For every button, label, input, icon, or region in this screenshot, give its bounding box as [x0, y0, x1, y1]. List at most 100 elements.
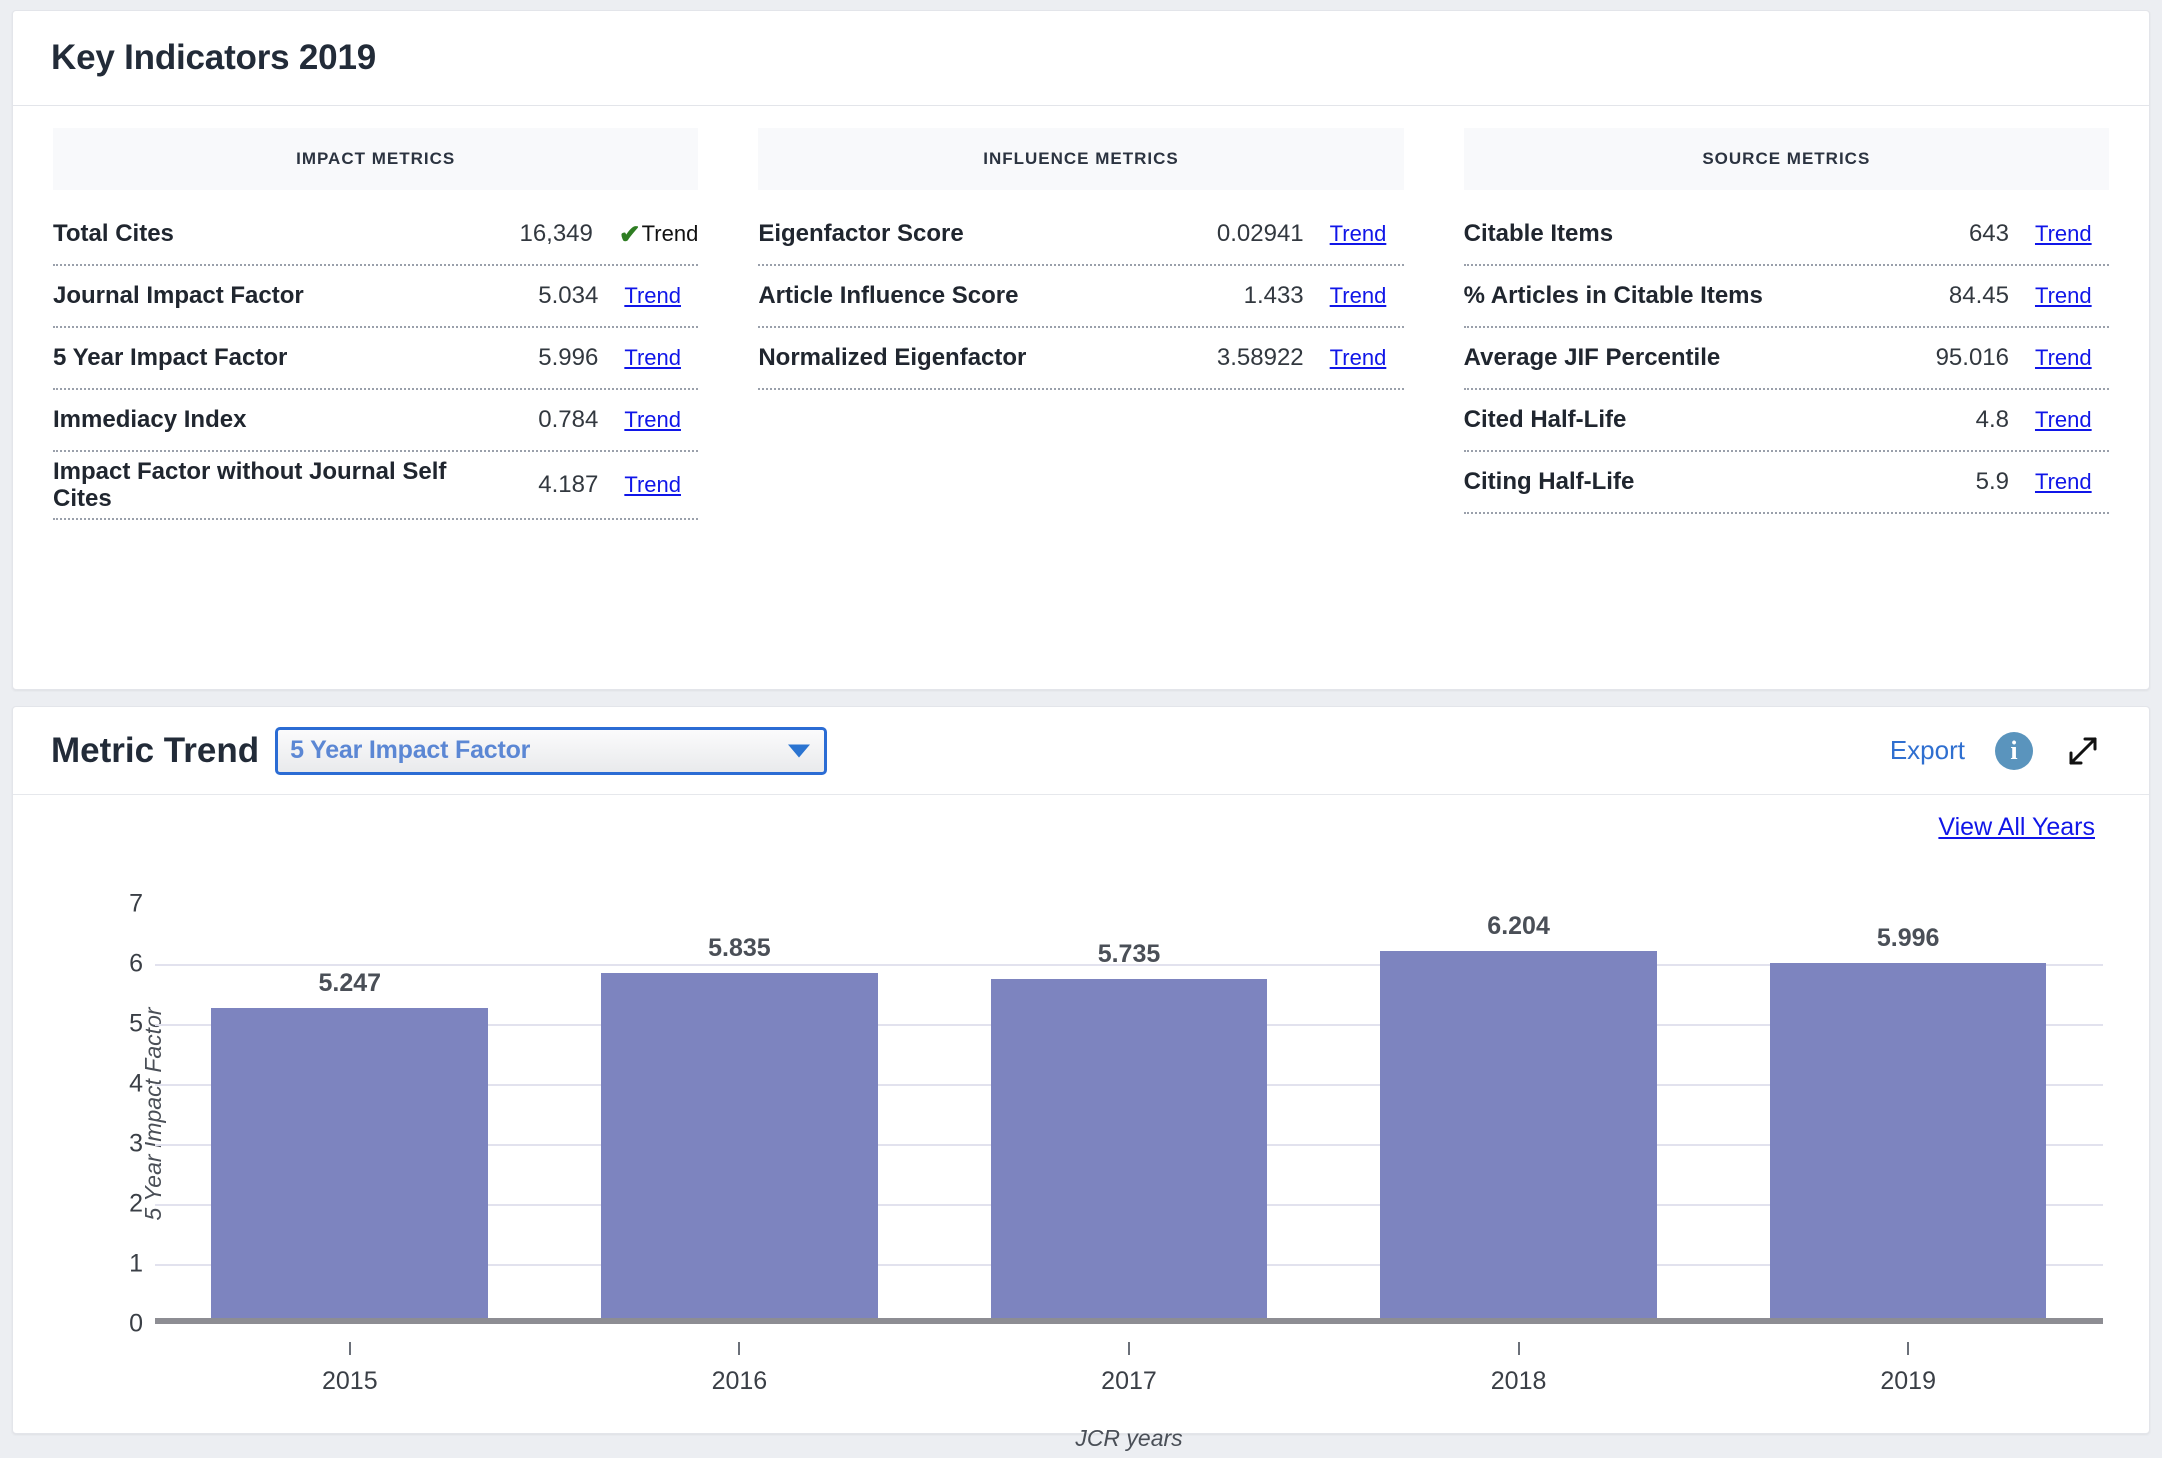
metric-name: Journal Impact Factor: [53, 282, 304, 310]
metric-trend-label[interactable]: Trend: [2035, 221, 2092, 246]
bar-value-label: 5.835: [708, 933, 771, 962]
x-axis-ticks: 2015 2016 2017 2018 2019: [155, 1342, 2103, 1396]
metric-value: 5.9: [1975, 468, 2009, 495]
metric-trend-label[interactable]: Trend: [2035, 283, 2092, 308]
bar-value-label: 6.204: [1487, 912, 1550, 941]
bar-slot: 5.247: [155, 904, 545, 1318]
x-axis-tick: 2018: [1324, 1342, 1714, 1396]
metric-value: 0.784: [538, 406, 599, 433]
metric-trend-label[interactable]: Trend: [1330, 283, 1387, 308]
bar[interactable]: [1769, 963, 2047, 1318]
metric-trend-link[interactable]: Trend: [624, 472, 698, 498]
metric-trend-label[interactable]: Trend: [624, 345, 681, 370]
x-axis-tick-mark: [348, 1342, 351, 1355]
x-axis-line: [155, 1318, 2103, 1324]
bar[interactable]: [211, 1007, 489, 1318]
metric-value: 4.8: [1975, 406, 2009, 433]
metric-trend-label[interactable]: Trend: [2035, 469, 2092, 494]
info-icon[interactable]: i: [1995, 731, 2033, 770]
metric-trend-link[interactable]: Trend: [2035, 221, 2109, 247]
metric-name: Average JIF Percentile: [1463, 344, 1721, 372]
bar-chart: 5 Year Impact Factor 01234567 5.247 5.835…: [59, 890, 2103, 1451]
metric-column: SOURCE METRICS Citable Items 643 Trend% Art…: [1463, 128, 2109, 520]
metric-trend-header: Metric Trend 5 Year Impact Factor Export…: [13, 707, 2149, 795]
chevron-down-icon: [788, 744, 811, 757]
metric-row: Journal Impact Factor 5.034 Trend: [53, 266, 699, 328]
metric-name: Citing Half-Life: [1463, 468, 1635, 496]
bar-series: 5.247 5.835 5.735 6.204 5.996: [155, 904, 2103, 1318]
x-axis-tick: 2017: [934, 1342, 1324, 1396]
metric-value: 4.187: [538, 471, 599, 499]
metric-trend-link[interactable]: Trend: [1330, 221, 1404, 247]
x-axis-tick-label: 2017: [1101, 1367, 1157, 1395]
metric-trend-label[interactable]: Trend: [624, 407, 681, 432]
metric-name: Eigenfactor Score: [758, 220, 964, 248]
page-root: Key Indicators 2019 IMPACT METRICS Total …: [0, 0, 2162, 1458]
key-indicators-card: Key Indicators 2019 IMPACT METRICS Total …: [12, 10, 2150, 690]
metric-row: Article Influence Score 1.433 Trend: [758, 266, 1404, 328]
y-axis-tick-label: 0: [129, 1309, 143, 1338]
bar[interactable]: [990, 978, 1268, 1318]
metric-value: 5.034: [538, 282, 599, 309]
bar[interactable]: [1380, 951, 1657, 1318]
metric-row: 5 Year Impact Factor 5.996 Trend: [53, 328, 699, 390]
metric-row: Average JIF Percentile 95.016 Trend: [1463, 328, 2109, 390]
metric-name: Citable Items: [1463, 220, 1614, 248]
bar-slot: 6.204: [1324, 904, 1714, 1318]
metric-row: Eigenfactor Score 0.02941 Trend: [758, 204, 1404, 266]
y-axis-tick-label: 4: [129, 1069, 143, 1098]
view-all-years-row: View All Years: [59, 813, 2103, 842]
metric-trend-label[interactable]: Trend: [624, 283, 681, 308]
y-axis-tick-label: 5: [129, 1009, 143, 1038]
x-axis-tick-label: 2015: [321, 1367, 378, 1395]
metric-trend-link[interactable]: Trend: [2035, 283, 2109, 309]
plot-area: 5.247 5.835 5.735 6.204 5.996: [155, 904, 2103, 1324]
metric-column: IMPACT METRICS Total Cites 16,349 ✔ Trend Jou…: [53, 128, 699, 521]
metric-name: Impact Factor without Journal Self Cites: [53, 458, 447, 513]
x-axis-tick-label: 2018: [1490, 1367, 1547, 1395]
metric-trend-label[interactable]: Trend: [2035, 345, 2092, 370]
metric-name: Total Cites: [53, 220, 174, 248]
metric-select-dropdown[interactable]: 5 Year Impact Factor: [275, 726, 828, 775]
metric-name: % Articles in Citable Items: [1463, 282, 1763, 310]
metric-trend-link[interactable]: Trend: [624, 283, 698, 309]
metric-name: Normalized Eigenfactor: [758, 344, 1027, 372]
metric-trend-link[interactable]: ✔ Trend: [619, 221, 698, 247]
bar[interactable]: [601, 972, 878, 1318]
metric-trend-label[interactable]: Trend: [1330, 221, 1387, 246]
x-axis-tick-mark: [1517, 1342, 1520, 1355]
metric-trend-title: Metric Trend: [51, 730, 260, 770]
page-title: Key Indicators 2019: [51, 38, 376, 77]
metric-trend-link[interactable]: Trend: [2035, 345, 2109, 371]
metric-value: 5.996: [538, 344, 599, 371]
metric-trend-link[interactable]: Trend: [1330, 283, 1404, 309]
x-axis-tick-mark: [738, 1342, 741, 1355]
metric-value: 95.016: [1935, 344, 2009, 371]
chart-container: View All Years 5 Year Impact Factor 0123…: [13, 795, 2149, 1451]
metric-trend-link[interactable]: Trend: [2035, 407, 2109, 433]
metric-trend-label[interactable]: Trend: [624, 472, 681, 497]
x-axis-tick: 2016: [545, 1342, 935, 1396]
metric-trend-label: Trend: [641, 221, 699, 246]
metric-trend-link[interactable]: Trend: [2035, 469, 2109, 495]
metric-value: 1.433: [1243, 282, 1304, 309]
metric-trend-link[interactable]: Trend: [624, 407, 698, 433]
metric-value: 3.58922: [1216, 344, 1304, 371]
metric-value: 0.02941: [1216, 220, 1304, 247]
view-all-years-link[interactable]: View All Years: [1938, 813, 2095, 841]
key-indicators-header: Key Indicators 2019: [13, 11, 2149, 106]
metric-trend-label[interactable]: Trend: [2035, 407, 2092, 432]
metric-column: INFLUENCE METRICS Eigenfactor Score 0.0294…: [758, 128, 1404, 520]
bar-value-label: 5.996: [1876, 924, 1940, 953]
metric-trend-label[interactable]: Trend: [1330, 345, 1387, 370]
key-indicators-columns: IMPACT METRICS Total Cites 16,349 ✔ Trend Jou…: [13, 106, 2149, 521]
bar-value-label: 5.735: [1097, 939, 1161, 968]
export-button[interactable]: Export: [1890, 735, 1965, 766]
metric-column-header: IMPACT METRICS: [53, 128, 699, 190]
metric-trend-link[interactable]: Trend: [624, 345, 698, 371]
metric-row: Total Cites 16,349 ✔ Trend: [53, 204, 699, 266]
metric-trend-link[interactable]: Trend: [1330, 345, 1404, 371]
metric-row: Normalized Eigenfactor 3.58922 Trend: [758, 328, 1404, 390]
expand-icon[interactable]: [2063, 731, 2103, 771]
metric-row: Impact Factor without Journal Self Cites…: [53, 452, 699, 521]
